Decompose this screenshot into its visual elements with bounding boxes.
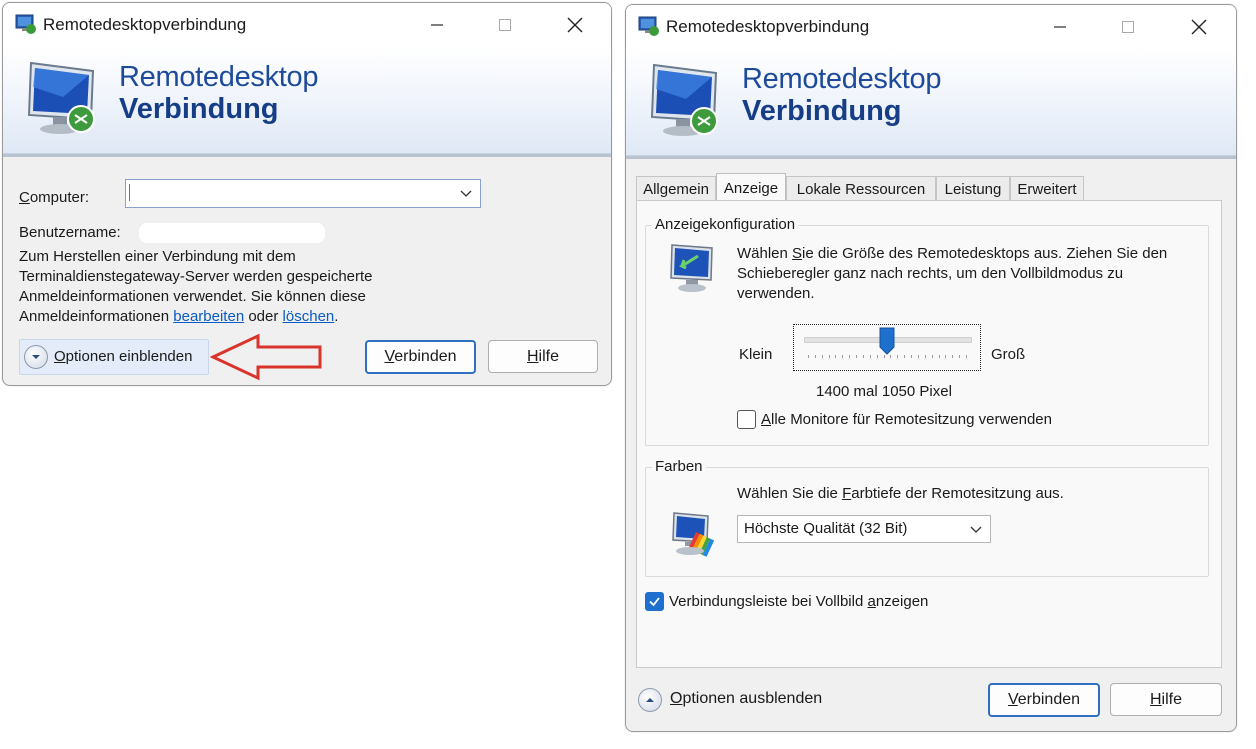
slider-tick: [904, 355, 906, 358]
banner-divider: [626, 156, 1236, 159]
rdp-window-collapsed: Remotedesktopverbindung Remotedesktop Ve…: [2, 2, 612, 386]
resolution-text: 1400 mal 1050 Pixel: [816, 383, 952, 400]
tab-panel-anzeige: Anzeigekonfiguration Wählen Sie die Größ…: [636, 200, 1222, 668]
slider-tick: [897, 355, 899, 358]
slider-tick: [966, 355, 967, 358]
expand-chevron-icon: [24, 345, 48, 369]
display-monitor-icon: [670, 244, 713, 292]
display-description: Wählen Sie die Größe des Remotedesktops …: [737, 245, 1168, 302]
color-depth-select[interactable]: Höchste Qualität (32 Bit): [737, 515, 991, 543]
slider-tick: [924, 355, 926, 358]
annotation-arrow-icon: [210, 333, 322, 381]
collapse-chevron-icon: [638, 688, 662, 712]
monitor-icon: [650, 63, 718, 136]
slider-tick: [835, 355, 837, 358]
info-text: Zum Herstellen einer Verbindung mit dem …: [19, 248, 373, 325]
banner-divider: [3, 154, 611, 157]
hide-options-button[interactable]: Optionen ausblenden: [636, 686, 836, 714]
app-icon: [15, 14, 36, 34]
show-options-button[interactable]: Optionen einblenden: [19, 339, 209, 375]
computer-combobox[interactable]: [125, 179, 481, 208]
title-bar: Remotedesktopverbindung: [626, 5, 1236, 49]
checkmark-icon: [649, 597, 660, 607]
group-title: Farben: [652, 458, 706, 475]
title-bar: Remotedesktopverbindung: [3, 3, 611, 47]
username-label: Benutzername:: [19, 224, 121, 241]
slider-max-label: Groß: [991, 346, 1026, 363]
color-palette-monitor-icon: [672, 512, 715, 557]
help-button[interactable]: Hilfe: [1110, 683, 1222, 716]
maximize-button: [1106, 11, 1150, 43]
close-button[interactable]: [553, 9, 597, 41]
banner-title-line2: Verbindung: [742, 95, 902, 127]
slider-tick: [862, 355, 864, 358]
connection-bar-label: Verbindungsleiste bei Vollbild anzeigen: [669, 593, 929, 610]
chevron-down-icon: [970, 526, 982, 533]
slider-tick: [876, 355, 878, 358]
connect-button[interactable]: Verbinden: [988, 683, 1100, 717]
minimize-icon: [1054, 26, 1066, 28]
edit-credentials-link[interactable]: bearbeiten: [173, 308, 244, 325]
slider-tick: [945, 355, 947, 358]
connection-bar-checkbox[interactable]: [645, 592, 664, 611]
window-title: Remotedesktopverbindung: [666, 17, 870, 36]
slider-tick: [808, 355, 809, 358]
minimize-icon: [431, 24, 443, 26]
tab-erweitert[interactable]: Erweitert: [1010, 176, 1084, 201]
tab-leistung[interactable]: Leistung: [936, 176, 1010, 201]
colors-description: Wählen Sie die Farbtiefe der Remotesitzu…: [737, 485, 1064, 502]
all-monitors-label: Alle Monitore für Remotesitzung verwende…: [761, 411, 1052, 428]
banner: Remotedesktop Verbindung: [3, 47, 611, 154]
slider-tick: [849, 355, 851, 358]
slider-tick: [828, 355, 830, 358]
maximize-icon: [499, 19, 511, 31]
app-icon: [638, 16, 659, 36]
banner: Remotedesktop Verbindung: [626, 49, 1236, 156]
display-config-group: Anzeigekonfiguration Wählen Sie die Größ…: [645, 216, 1209, 446]
slider-thumb[interactable]: [879, 327, 895, 355]
slider-tick: [952, 355, 954, 358]
slider-tick: [917, 355, 919, 358]
computer-value-redacted: [129, 184, 170, 201]
colors-group: Farben Wählen Sie die Farbtiefe der Remo…: [645, 458, 1209, 577]
close-icon: [1191, 19, 1207, 35]
banner-title-line1: Remotedesktop: [119, 61, 319, 93]
monitor-icon: [27, 61, 95, 134]
slider-tick: [959, 355, 961, 358]
banner-title-line2: Verbindung: [119, 93, 279, 125]
slider-min-label: Klein: [739, 346, 773, 363]
connect-button[interactable]: Verbinden: [365, 340, 476, 374]
slider-tick: [856, 355, 858, 358]
slider-ticks: [808, 355, 967, 358]
all-monitors-checkbox[interactable]: [737, 410, 756, 429]
computer-label: Computer:: [19, 189, 90, 206]
maximize-icon: [1122, 21, 1134, 33]
slider-tick: [938, 355, 940, 358]
close-button[interactable]: [1177, 11, 1221, 43]
slider-tick: [842, 355, 844, 358]
minimize-button[interactable]: [415, 9, 459, 41]
banner-title-line1: Remotedesktop: [742, 63, 942, 95]
tab-allgemein[interactable]: Allgemein: [636, 176, 716, 201]
tab-lokale-ressourcen[interactable]: Lokale Ressourcen: [786, 176, 936, 201]
help-button[interactable]: Hilfe: [488, 340, 598, 373]
chevron-down-icon: [460, 190, 472, 197]
group-title: Anzeigekonfiguration: [652, 216, 799, 233]
slider-tick: [883, 355, 885, 358]
slider-tick: [814, 355, 816, 358]
delete-credentials-link[interactable]: löschen: [283, 308, 335, 325]
username-value-redacted: [139, 223, 325, 243]
minimize-button[interactable]: [1038, 11, 1082, 43]
slider-tick: [869, 355, 871, 358]
close-icon: [567, 17, 583, 33]
slider-tick: [911, 355, 913, 358]
tab-anzeige[interactable]: Anzeige: [716, 173, 786, 202]
resolution-slider[interactable]: [793, 324, 981, 371]
slider-tick: [890, 355, 892, 358]
slider-tick: [931, 355, 933, 358]
maximize-button: [483, 9, 527, 41]
window-title: Remotedesktopverbindung: [43, 15, 247, 34]
slider-tick: [821, 355, 823, 358]
